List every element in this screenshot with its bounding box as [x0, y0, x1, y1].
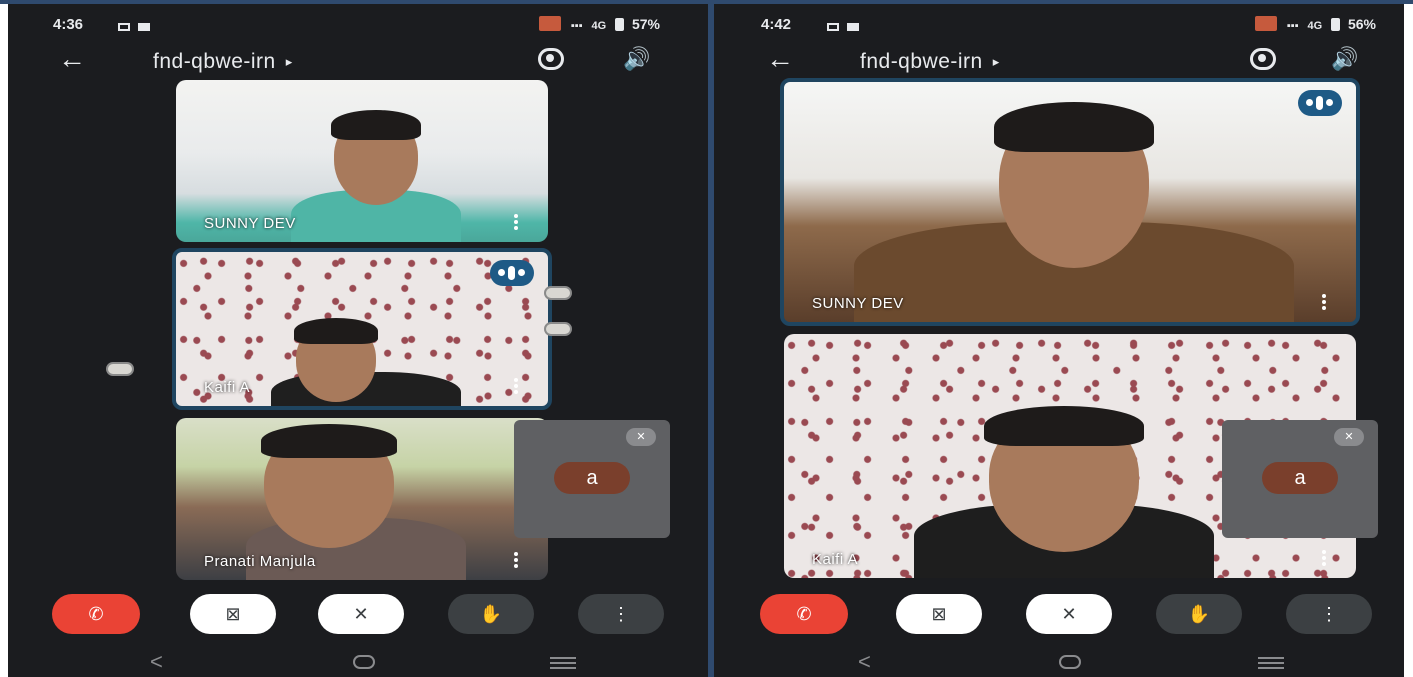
signal-icon: ▪▪▪ — [570, 20, 583, 32]
cast-icon — [1255, 16, 1278, 31]
meeting-code[interactable]: fnd-qbwe-irn ▸ — [153, 50, 293, 74]
speaker-icon[interactable]: 🔊 — [1331, 46, 1358, 72]
notification-icon — [138, 23, 150, 31]
speaker-icon[interactable]: 🔊 — [623, 46, 650, 72]
nav-recents-icon[interactable] — [550, 657, 576, 672]
participant-tile[interactable]: SUNNY DEV — [176, 80, 548, 242]
meeting-code-text: fnd-qbwe-irn — [860, 50, 983, 73]
status-right: ▪▪▪ 4G 57% — [539, 16, 660, 32]
participant-video — [331, 110, 421, 140]
mic-off-icon: ✕ — [1334, 428, 1364, 446]
call-header: ← fnd-qbwe-irn ▸ 🔊 — [714, 42, 1404, 82]
more-options-button[interactable]: ⋮ — [578, 594, 664, 634]
status-bar: 4:42 ▪▪▪ 4G 56% — [714, 4, 1404, 42]
battery-icon — [1331, 18, 1341, 31]
floating-bubble — [106, 362, 134, 376]
tile-more-icon[interactable] — [514, 552, 518, 568]
network-type: 4G — [1307, 20, 1323, 32]
back-arrow-icon[interactable]: ← — [58, 44, 86, 74]
signal-icon: ▪▪▪ — [1286, 20, 1299, 32]
meeting-details-arrow-icon: ▸ — [285, 54, 293, 69]
self-view-tile[interactable]: ✕ a — [514, 420, 670, 538]
switch-camera-icon[interactable] — [1250, 48, 1276, 70]
network-type: 4G — [591, 20, 607, 32]
nav-recents-icon[interactable] — [1258, 657, 1284, 672]
notification-icons — [827, 18, 867, 36]
phone-screen-left: 4:36 ▪▪▪ 4G 57% ← fnd-qbwe-irn ▸ 🔊 SUNNY … — [8, 4, 708, 677]
call-header: ← fnd-qbwe-irn ▸ 🔊 — [8, 42, 708, 82]
call-controls: ✆ ⊠ ✕ ✋ ⋮ — [714, 594, 1404, 638]
self-view-tile[interactable]: ✕ a — [1222, 420, 1378, 538]
participant-video — [294, 318, 378, 344]
notification-icon — [118, 23, 130, 31]
participant-tile-active[interactable]: SUNNY DEV — [780, 78, 1360, 326]
mic-off-icon: ✕ — [626, 428, 656, 446]
end-call-button[interactable]: ✆ — [52, 594, 140, 634]
participant-video — [994, 102, 1154, 152]
nav-home-icon[interactable] — [1059, 655, 1081, 669]
camera-toggle-button[interactable]: ⊠ — [896, 594, 982, 634]
self-avatar: a — [1262, 462, 1338, 494]
status-bar: 4:36 ▪▪▪ 4G 57% — [8, 4, 708, 42]
notification-icon — [827, 23, 839, 31]
battery-level: 57% — [631, 16, 660, 32]
notification-icons — [118, 18, 158, 36]
participant-tile[interactable]: Pranati Manjula — [176, 418, 548, 580]
nav-back-icon[interactable]: < — [858, 649, 871, 675]
android-nav-bar: < — [714, 649, 1404, 677]
floating-bubble — [544, 286, 572, 300]
back-arrow-icon[interactable]: ← — [766, 44, 794, 74]
participant-tile-active[interactable]: Kaifi A — [172, 248, 552, 410]
meeting-details-arrow-icon: ▸ — [992, 54, 1000, 69]
raise-hand-button[interactable]: ✋ — [1156, 594, 1242, 634]
android-nav-bar: < — [8, 649, 708, 677]
floating-bubble — [544, 322, 572, 336]
participant-name: Pranati Manjula — [204, 553, 316, 570]
participant-video — [261, 424, 397, 458]
raise-hand-button[interactable]: ✋ — [448, 594, 534, 634]
participant-name: SUNNY DEV — [812, 295, 904, 312]
call-controls: ✆ ⊠ ✕ ✋ ⋮ — [8, 594, 708, 638]
phone-screen-right: 4:42 ▪▪▪ 4G 56% ← fnd-qbwe-irn ▸ 🔊 SUNNY … — [714, 4, 1404, 677]
notification-icon — [847, 23, 859, 31]
switch-camera-icon[interactable] — [538, 48, 564, 70]
status-time: 4:42 — [761, 16, 792, 33]
participant-name: SUNNY DEV — [204, 215, 296, 232]
participant-video — [984, 406, 1144, 446]
camera-toggle-button[interactable]: ⊠ — [190, 594, 276, 634]
more-options-button[interactable]: ⋮ — [1286, 594, 1372, 634]
meeting-code[interactable]: fnd-qbwe-irn ▸ — [860, 50, 1000, 74]
nav-home-icon[interactable] — [353, 655, 375, 669]
status-right: ▪▪▪ 4G 56% — [1255, 16, 1376, 32]
meeting-code-text: fnd-qbwe-irn — [153, 50, 276, 73]
speaking-indicator-icon — [1298, 90, 1342, 116]
cast-icon — [539, 16, 562, 31]
status-time: 4:36 — [53, 16, 84, 33]
tile-more-icon[interactable] — [1322, 294, 1326, 310]
tile-more-icon[interactable] — [514, 214, 518, 230]
participant-name: Kaifi A — [812, 551, 859, 568]
participant-name: Kaifi A — [204, 379, 251, 396]
tile-more-icon[interactable] — [514, 378, 518, 394]
self-avatar: a — [554, 462, 630, 494]
mic-toggle-button[interactable]: ✕ — [1026, 594, 1112, 634]
end-call-button[interactable]: ✆ — [760, 594, 848, 634]
nav-back-icon[interactable]: < — [150, 649, 163, 675]
battery-icon — [615, 18, 625, 31]
speaking-indicator-icon — [490, 260, 534, 286]
battery-level: 56% — [1347, 16, 1376, 32]
mic-toggle-button[interactable]: ✕ — [318, 594, 404, 634]
tile-more-icon[interactable] — [1322, 550, 1326, 566]
